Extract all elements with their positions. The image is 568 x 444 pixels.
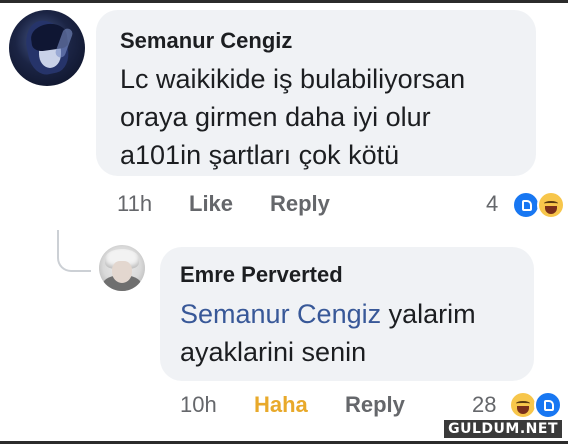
comment-bubble: Semanur Cengiz Lc waikikide iş bulabiliy… bbox=[96, 10, 536, 176]
comment-author[interactable]: Emre Perverted bbox=[180, 262, 343, 288]
haha-reaction-button[interactable]: Haha bbox=[254, 392, 308, 418]
reply-button[interactable]: Reply bbox=[345, 392, 405, 418]
reaction-count[interactable]: 28 bbox=[472, 392, 496, 418]
watermark: GULDUM.NET bbox=[444, 420, 562, 438]
thread-connector bbox=[57, 230, 91, 272]
top-border bbox=[0, 0, 568, 3]
like-icon[interactable] bbox=[534, 391, 562, 419]
comment-text-line: Lc waikikide iş bulabiliyorsan bbox=[120, 64, 466, 94]
comment-timestamp[interactable]: 10h bbox=[180, 392, 217, 418]
comment-text: Semanur Cengiz yalarim ayaklarini senin bbox=[180, 295, 476, 371]
comment-text-line: Semanur Cengiz yalarim bbox=[180, 295, 476, 333]
comment-text: Lc waikikide iş bulabiliyorsan oraya gir… bbox=[120, 60, 465, 174]
haha-icon[interactable] bbox=[509, 391, 537, 419]
haha-icon[interactable] bbox=[537, 191, 565, 219]
comment-text-line: a101in şartları çok kötü bbox=[120, 140, 400, 170]
comment-author[interactable]: Semanur Cengiz bbox=[120, 28, 292, 54]
comment-text-line: ayaklarini senin bbox=[180, 337, 367, 367]
reply-button[interactable]: Reply bbox=[270, 191, 330, 217]
avatar[interactable] bbox=[9, 10, 85, 86]
reply-bubble: Emre Perverted Semanur Cengiz yalarim ay… bbox=[160, 247, 534, 381]
reaction-count[interactable]: 4 bbox=[486, 191, 498, 217]
mention-link[interactable]: Semanur Cengiz bbox=[180, 299, 381, 329]
comment-text-fragment: yalarim bbox=[381, 299, 476, 329]
avatar[interactable] bbox=[99, 245, 145, 291]
like-icon[interactable] bbox=[512, 191, 540, 219]
comment-text-line: oraya girmen daha iyi olur bbox=[120, 102, 431, 132]
comment-actions: 11h Like Reply bbox=[117, 191, 537, 221]
like-button[interactable]: Like bbox=[189, 191, 233, 217]
comment-timestamp[interactable]: 11h bbox=[117, 191, 152, 217]
